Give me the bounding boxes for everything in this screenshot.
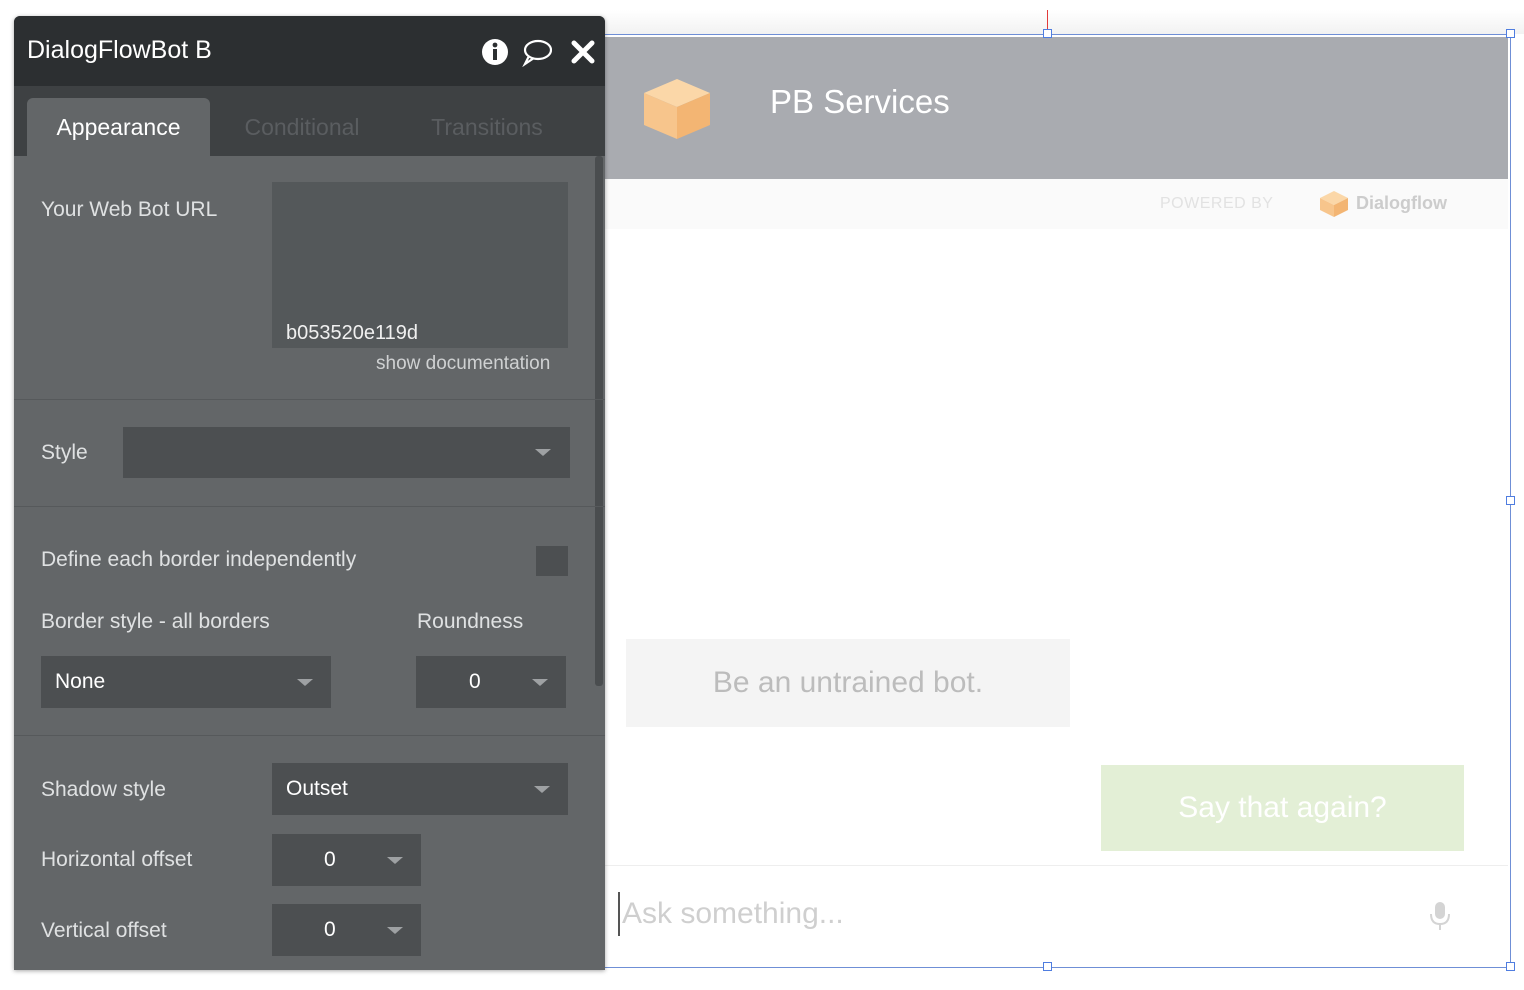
user-message: Say that again? xyxy=(1101,765,1464,851)
tab-bar: Appearance Conditional Transitions xyxy=(14,86,605,156)
roundness-value: 0 xyxy=(469,670,481,693)
chevron-down-icon xyxy=(534,786,550,793)
url-field[interactable]: b053520e119d xyxy=(272,182,568,348)
border-style-label: Border style - all borders xyxy=(41,610,270,633)
microphone-icon[interactable] xyxy=(1428,900,1452,932)
shadow-style-dropdown[interactable]: Outset xyxy=(272,763,568,815)
border-independent-label: Define each border independently xyxy=(41,548,357,571)
roundness-label: Roundness xyxy=(417,610,524,633)
horizontal-offset-label: Horizontal offset xyxy=(41,848,193,871)
close-icon[interactable] xyxy=(568,37,598,67)
alignment-guide xyxy=(1047,10,1048,30)
show-documentation-link[interactable]: show documentation xyxy=(376,353,550,375)
tab-conditional[interactable]: Conditional xyxy=(232,98,372,156)
powered-by-bar: POWERED BY Dialogflow xyxy=(600,179,1508,229)
url-label: Your Web Bot URL xyxy=(41,198,218,221)
chevron-down-icon xyxy=(535,449,551,456)
vertical-offset-label: Vertical offset xyxy=(41,919,167,942)
resize-handle-bottom-right[interactable] xyxy=(1506,962,1515,971)
property-editor-header: DialogFlowBot B xyxy=(14,16,605,86)
roundness-dropdown[interactable]: 0 xyxy=(416,656,566,708)
divider xyxy=(14,399,605,400)
chevron-down-icon xyxy=(387,857,403,864)
element-name: DialogFlowBot B xyxy=(27,36,212,64)
resize-handle-top-right[interactable] xyxy=(1506,29,1515,38)
shadow-style-value: Outset xyxy=(286,777,348,800)
ask-input[interactable] xyxy=(618,892,1402,936)
dialogflow-logo-icon xyxy=(1320,191,1348,217)
panel-scrollbar[interactable] xyxy=(595,156,603,686)
chevron-down-icon xyxy=(297,679,313,686)
resize-handle-right[interactable] xyxy=(1506,496,1515,505)
canvas-strip xyxy=(600,10,1524,34)
horizontal-offset-dropdown[interactable]: 0 xyxy=(272,834,421,886)
border-style-dropdown[interactable]: None xyxy=(41,656,331,708)
bot-message: Be an untrained bot. xyxy=(626,639,1070,727)
chevron-down-icon xyxy=(387,927,403,934)
tab-transitions[interactable]: Transitions xyxy=(417,98,557,156)
powered-by-label: POWERED BY xyxy=(1160,195,1274,212)
url-value: b053520e119d xyxy=(286,322,418,344)
chat-header: PB Services xyxy=(600,37,1508,179)
style-dropdown[interactable] xyxy=(123,427,570,478)
vertical-offset-value: 0 xyxy=(324,918,336,941)
vertical-offset-dropdown[interactable]: 0 xyxy=(272,904,421,956)
cube-icon xyxy=(644,79,710,139)
divider xyxy=(14,735,605,736)
border-independent-checkbox[interactable] xyxy=(536,546,568,576)
info-icon[interactable] xyxy=(480,37,510,67)
style-label: Style xyxy=(41,441,88,464)
property-editor: DialogFlowBot B Appearance Conditional T… xyxy=(14,16,605,970)
chevron-down-icon xyxy=(532,679,548,686)
border-style-value: None xyxy=(55,670,106,693)
divider xyxy=(14,506,605,507)
chat-preview[interactable]: PB Services POWERED BY Dialogflow Be an … xyxy=(600,34,1511,968)
bot-name: PB Services xyxy=(770,83,950,120)
shadow-style-label: Shadow style xyxy=(41,778,166,801)
comment-icon[interactable] xyxy=(522,37,552,67)
dialogflow-name: Dialogflow xyxy=(1356,193,1447,213)
chat-input-area xyxy=(600,865,1508,962)
tab-appearance[interactable]: Appearance xyxy=(27,98,210,156)
resize-handle-bottom[interactable] xyxy=(1043,962,1052,971)
resize-handle-top[interactable] xyxy=(1043,29,1052,38)
horizontal-offset-value: 0 xyxy=(324,848,336,871)
